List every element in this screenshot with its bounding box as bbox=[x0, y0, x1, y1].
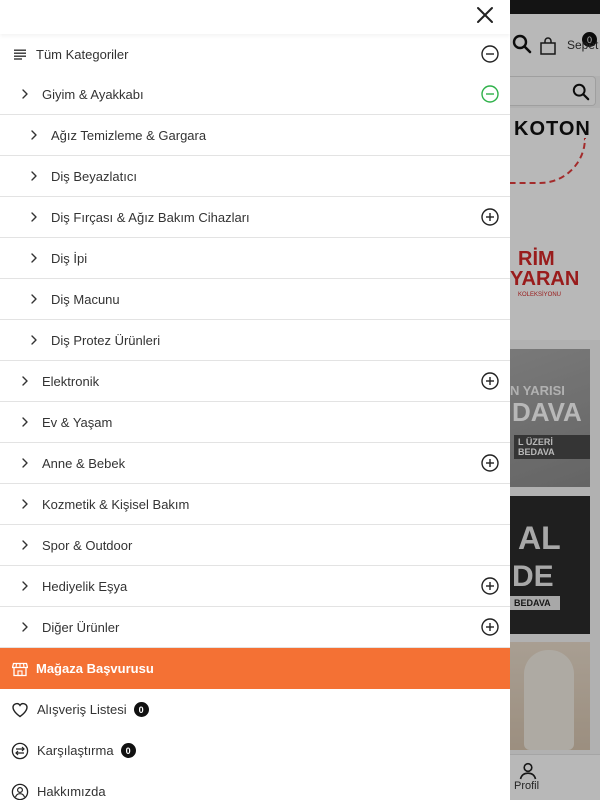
compare-link[interactable]: Karşılaştırma 0 bbox=[0, 730, 510, 771]
chevron-right-icon bbox=[31, 130, 37, 140]
chevron-right-icon bbox=[31, 171, 37, 181]
category-label: Spor & Outdoor bbox=[42, 537, 133, 553]
list-icon bbox=[14, 49, 26, 60]
compare-count-badge: 0 bbox=[120, 743, 136, 758]
category-label: Ağız Temizleme & Gargara bbox=[51, 127, 207, 143]
expand-plus-icon[interactable] bbox=[481, 372, 499, 390]
category-item[interactable]: Elektronik bbox=[0, 361, 510, 402]
category-label: Anne & Bebek bbox=[42, 455, 126, 471]
chevron-right-icon bbox=[31, 335, 37, 345]
store-application-label: Mağaza Başvurusu bbox=[36, 661, 154, 676]
category-item[interactable]: Kozmetik & Kişisel Bakım bbox=[0, 484, 510, 525]
chevron-right-icon bbox=[22, 540, 28, 550]
subcategory-item[interactable]: Diş Fırçası & Ağız Bakım Cihazları bbox=[0, 197, 510, 238]
category-list: Giyim & Ayakkabı Ağız Temizleme & Gargara… bbox=[0, 74, 510, 648]
expand-plus-icon[interactable] bbox=[481, 618, 499, 636]
subcategory-item[interactable]: Diş İpi bbox=[0, 238, 510, 279]
category-label: Hediyelik Eşya bbox=[42, 578, 128, 594]
chevron-right-icon bbox=[22, 581, 28, 591]
about-label: Hakkımızda bbox=[37, 784, 106, 799]
category-label: Diş Protez Ürünleri bbox=[51, 332, 161, 348]
chevron-right-icon bbox=[22, 458, 28, 468]
drawer-header bbox=[0, 0, 510, 34]
category-label: Diş Macunu bbox=[51, 291, 120, 307]
all-categories-row[interactable]: Tüm Kategoriler bbox=[0, 34, 510, 74]
category-label: Diğer Ürünler bbox=[42, 619, 120, 635]
heart-icon bbox=[12, 702, 28, 717]
category-label: Ev & Yaşam bbox=[42, 414, 113, 430]
collapse-minus-icon[interactable] bbox=[481, 45, 499, 63]
about-link[interactable]: Hakkımızda bbox=[0, 771, 510, 800]
collapse-minus-icon[interactable] bbox=[481, 85, 499, 103]
chevron-right-icon bbox=[31, 212, 37, 222]
category-item[interactable]: Anne & Bebek bbox=[0, 443, 510, 484]
category-item[interactable]: Hediyelik Eşya bbox=[0, 566, 510, 607]
category-label: Diş Fırçası & Ağız Bakım Cihazları bbox=[51, 209, 250, 225]
category-label: Elektronik bbox=[42, 373, 100, 389]
chevron-right-icon bbox=[31, 294, 37, 304]
close-icon[interactable] bbox=[474, 4, 496, 26]
subcategory-item[interactable]: Diş Macunu bbox=[0, 279, 510, 320]
chevron-right-icon bbox=[22, 89, 28, 99]
about-person-icon bbox=[11, 783, 29, 800]
wishlist-label: Alışveriş Listesi bbox=[37, 702, 127, 717]
compare-arrows-icon bbox=[11, 742, 29, 759]
category-item[interactable]: Ev & Yaşam bbox=[0, 402, 510, 443]
wishlist-count-badge: 0 bbox=[133, 702, 149, 717]
expand-plus-icon[interactable] bbox=[481, 577, 499, 595]
chevron-right-icon bbox=[22, 417, 28, 427]
category-label: Diş Beyazlatıcı bbox=[51, 168, 137, 184]
chevron-right-icon bbox=[31, 253, 37, 263]
chevron-right-icon bbox=[22, 499, 28, 509]
category-item[interactable]: Spor & Outdoor bbox=[0, 525, 510, 566]
category-label: Giyim & Ayakkabı bbox=[42, 86, 144, 102]
compare-label: Karşılaştırma bbox=[37, 743, 114, 758]
subcategory-item[interactable]: Ağız Temizleme & Gargara bbox=[0, 115, 510, 156]
category-drawer: Tüm Kategoriler Giyim & Ayakkabı Ağız Tem… bbox=[0, 0, 510, 800]
store-icon bbox=[12, 662, 28, 676]
expand-plus-icon[interactable] bbox=[481, 208, 499, 226]
category-item[interactable]: Diğer Ürünler bbox=[0, 607, 510, 648]
wishlist-link[interactable]: Alışveriş Listesi 0 bbox=[0, 689, 510, 730]
subcategory-item[interactable]: Diş Beyazlatıcı bbox=[0, 156, 510, 197]
all-categories-label: Tüm Kategoriler bbox=[36, 46, 129, 62]
chevron-right-icon bbox=[22, 622, 28, 632]
chevron-right-icon bbox=[22, 376, 28, 386]
category-item[interactable]: Giyim & Ayakkabı bbox=[0, 74, 510, 115]
category-label: Kozmetik & Kişisel Bakım bbox=[42, 496, 190, 512]
category-label: Diş İpi bbox=[51, 250, 88, 266]
subcategory-item[interactable]: Diş Protez Ürünleri bbox=[0, 320, 510, 361]
expand-plus-icon[interactable] bbox=[481, 454, 499, 472]
store-application-button[interactable]: Mağaza Başvurusu bbox=[0, 648, 510, 689]
